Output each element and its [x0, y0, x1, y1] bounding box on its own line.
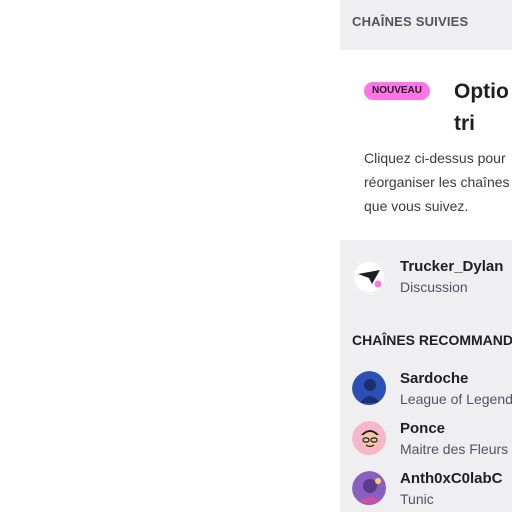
channel-category: Maitre des Fleurs [400, 441, 509, 457]
sort-options-notice: NOUVEAU Optio tri Cliquez ci-dessus pour… [340, 50, 512, 240]
sidebar: CHAÎNES SUIVIES NOUVEAU Optio tri Clique… [340, 0, 512, 512]
channel-name: Ponce [400, 420, 446, 437]
recommended-channel-item[interactable]: Anth0xC0labC Tunic [340, 466, 512, 512]
notice-title: Optio tri [454, 80, 509, 135]
paper-plane-icon [352, 260, 386, 294]
channel-category: Discussion [400, 279, 468, 295]
recommended-channel-item[interactable]: Ponce Maitre des Fleurs [340, 416, 512, 462]
followed-channels-header: CHAÎNES SUIVIES [352, 14, 469, 29]
channel-category: League of Legends [400, 391, 512, 407]
channel-name: Sardoche [400, 370, 469, 387]
channel-avatar [352, 260, 386, 294]
channel-avatar [352, 371, 386, 405]
channel-name: Anth0xC0labC [400, 470, 503, 487]
followed-channel-item[interactable]: Trucker_Dylan Discussion [340, 244, 512, 312]
notice-text: Cliquez ci-dessus pour réorganiser les c… [364, 150, 510, 214]
channel-name: Trucker_Dylan [400, 258, 504, 275]
channel-avatar [352, 421, 386, 455]
recommended-channels-header: CHAÎNES RECOMMANDÉES [352, 332, 512, 348]
new-badge: NOUVEAU [364, 82, 431, 100]
recommended-channel-item[interactable]: Sardoche League of Legends [340, 366, 512, 412]
channel-avatar [352, 471, 386, 505]
channel-category: Tunic [400, 491, 434, 507]
